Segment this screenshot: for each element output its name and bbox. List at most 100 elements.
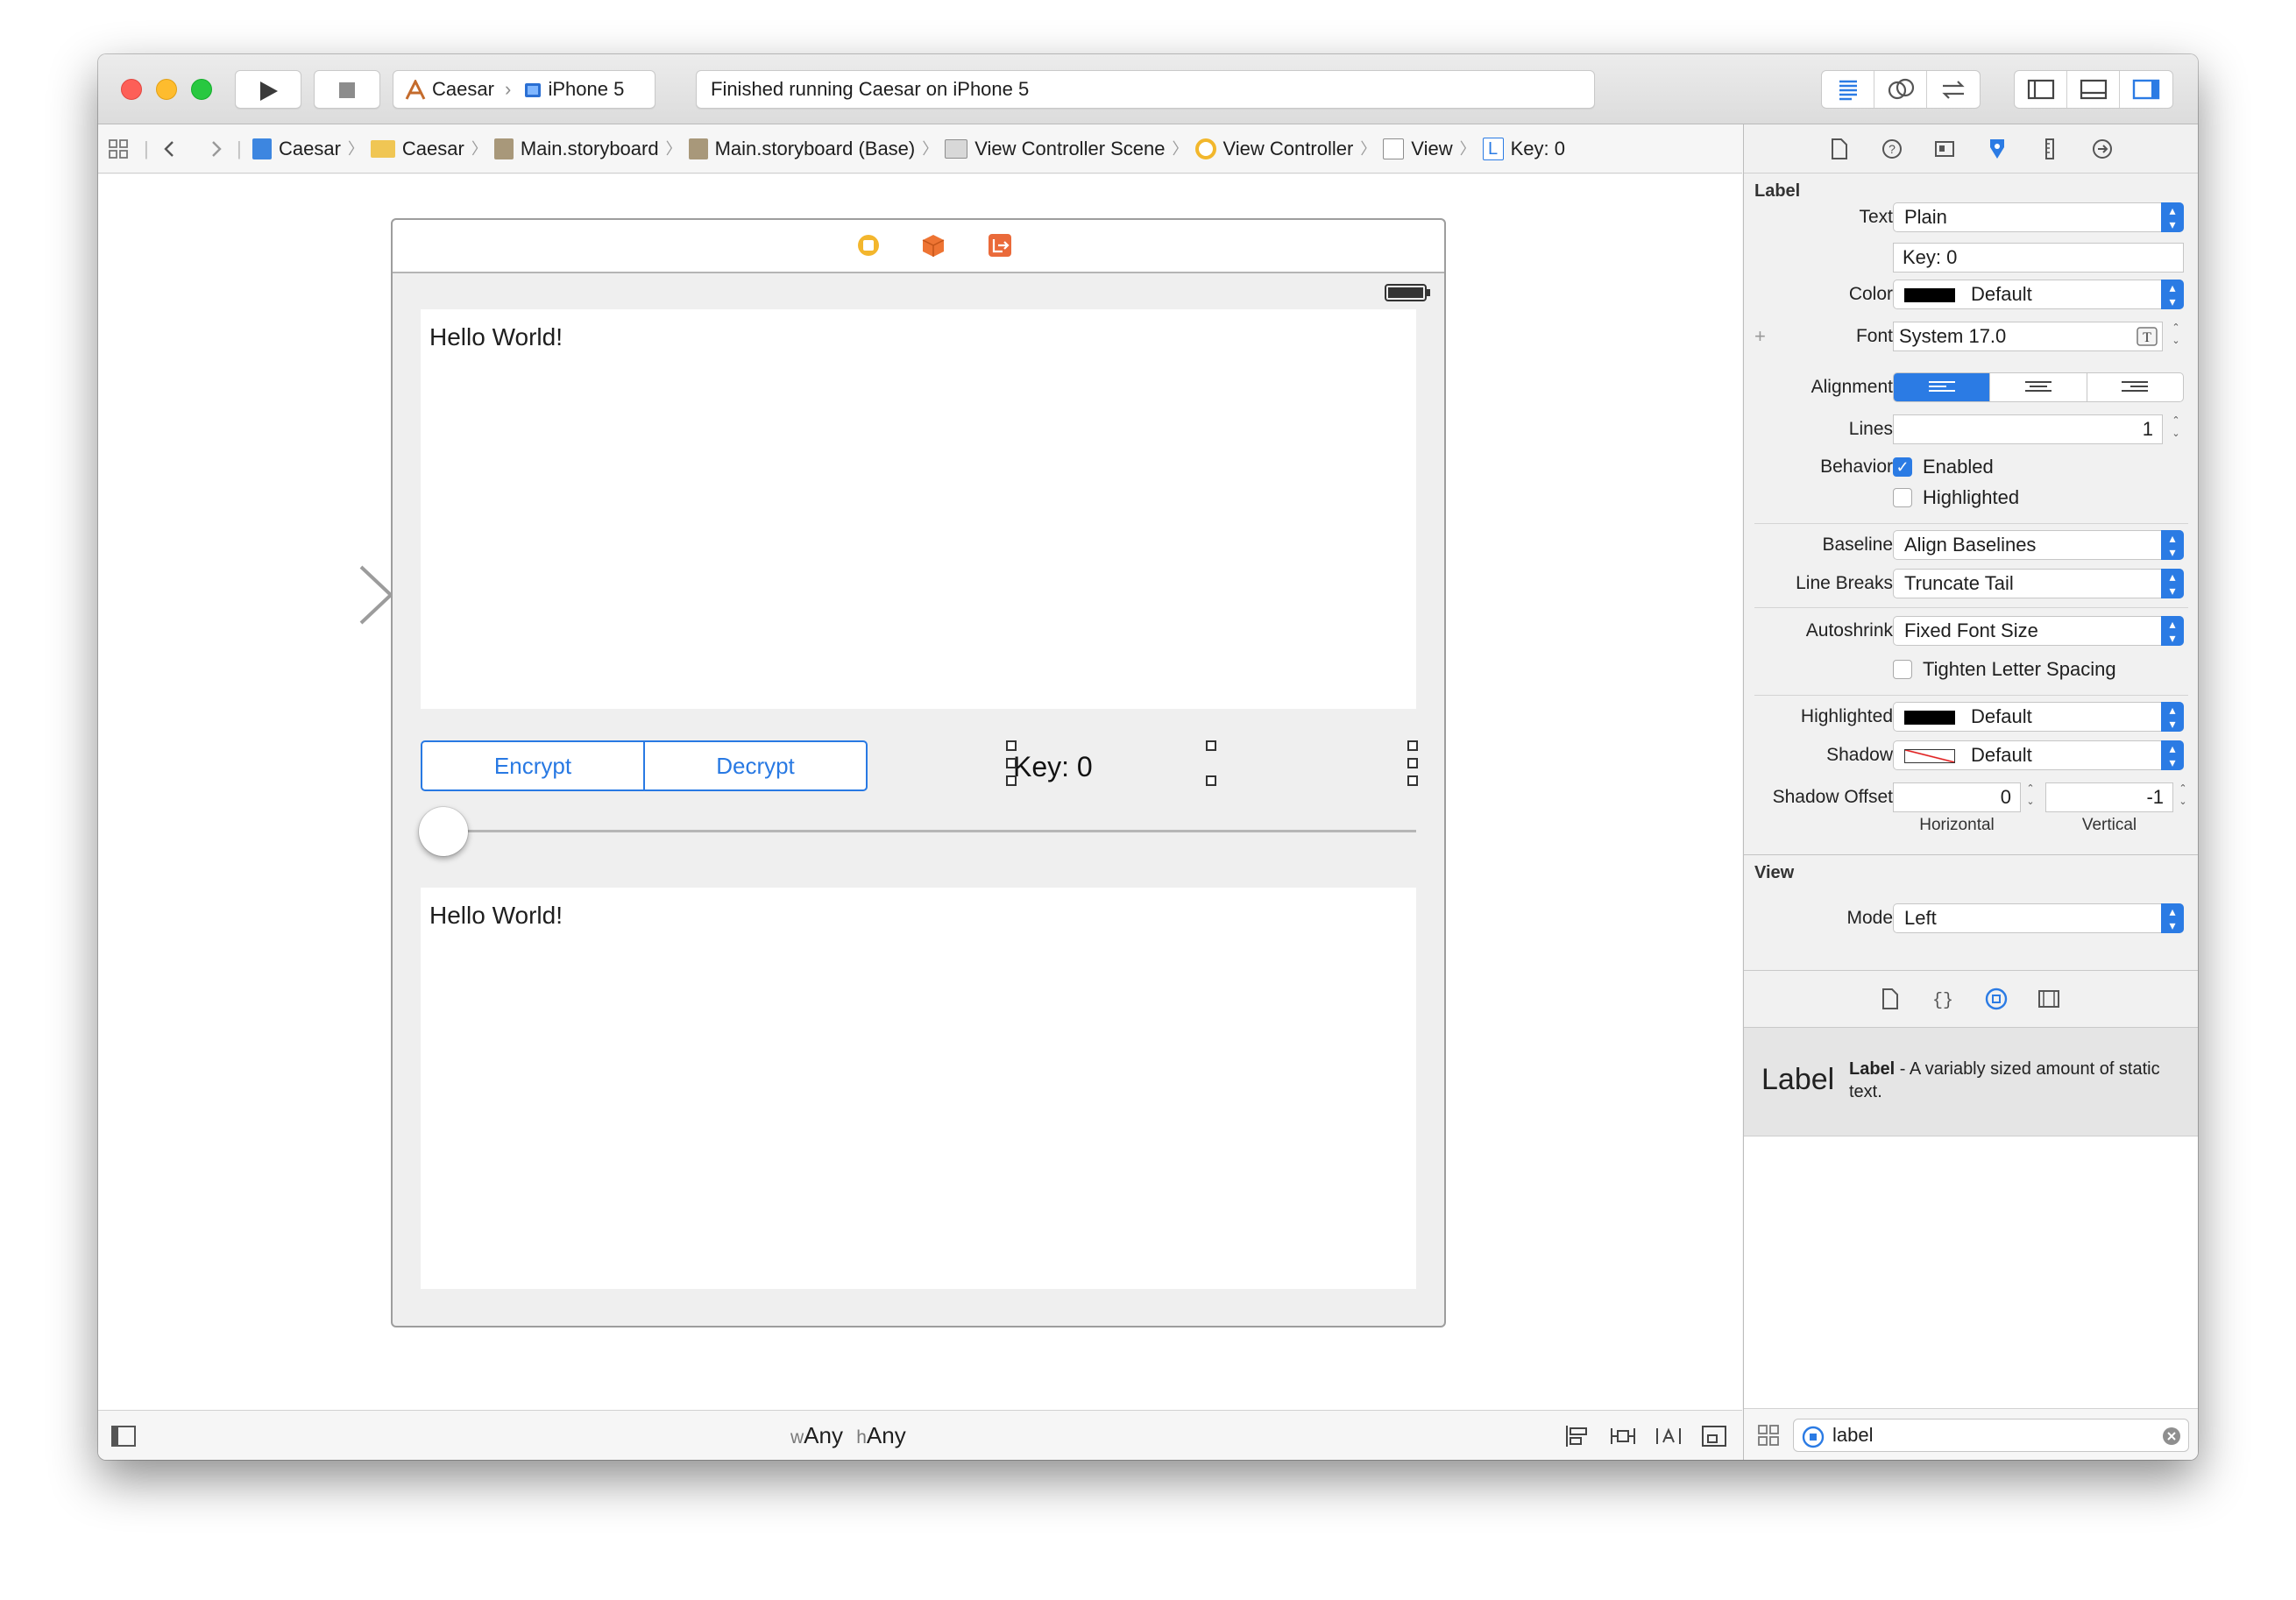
scheme-selector[interactable]: Caesar › iPhone 5 [393, 70, 655, 109]
library-item-label[interactable]: Label Label - A variably sized amount of… [1744, 1028, 2198, 1136]
font-value: System 17.0 [1899, 325, 2007, 347]
segment-encrypt[interactable]: Encrypt [422, 742, 645, 789]
lines-label: Lines [1848, 419, 1893, 439]
tighten-letter-spacing-checkbox[interactable] [1893, 660, 1912, 679]
plaintext-text-view[interactable]: Hello World! [421, 309, 1416, 709]
shadow-color-popup[interactable]: Default ▴ ▾ [1893, 740, 2184, 770]
file-inspector-icon[interactable] [1828, 137, 1851, 161]
forward-button[interactable] [205, 124, 226, 173]
breadcrumb-scene[interactable]: View Controller Scene [974, 124, 1165, 173]
resize-handle[interactable] [1206, 740, 1216, 751]
clear-search-icon[interactable] [2162, 1427, 2181, 1446]
font-field[interactable]: System 17.0 T [1893, 322, 2163, 351]
close-button[interactable] [121, 79, 142, 100]
font-picker-icon[interactable]: T [2136, 326, 2158, 347]
pin-icon[interactable] [1609, 1423, 1637, 1449]
align-right-button[interactable] [2087, 373, 2183, 401]
object-library-icon[interactable] [1984, 987, 2009, 1011]
debug-toggle-button[interactable] [2067, 71, 2120, 108]
breadcrumb-storyboard[interactable]: Main.storyboard [521, 124, 659, 173]
assistant-editor-button[interactable] [1874, 71, 1927, 108]
highlighted-checkbox[interactable] [1893, 488, 1912, 507]
canvas-footer: wAny hAny [98, 1410, 1742, 1460]
breadcrumb-view-controller[interactable]: View Controller [1223, 124, 1354, 173]
enabled-checkbox[interactable]: ✓ [1893, 457, 1912, 477]
font-size-stepper[interactable]: ⌃ ⌄ [2170, 322, 2182, 351]
run-button[interactable] [235, 70, 301, 109]
entry-point-arrow[interactable] [221, 563, 396, 627]
shadow-offset-vertical-field[interactable]: -1 [2045, 782, 2173, 812]
first-responder-icon[interactable] [920, 232, 946, 258]
related-items-button[interactable] [107, 124, 130, 173]
align-center-button[interactable] [1990, 373, 2087, 401]
version-editor-button[interactable] [1927, 71, 1980, 108]
resolve-issues-icon[interactable] [1655, 1423, 1683, 1449]
code-snippet-library-icon[interactable]: {} [1931, 987, 1954, 1011]
breadcrumb-label[interactable]: Key: 0 [1511, 124, 1565, 173]
resizing-behavior-icon[interactable] [1700, 1423, 1728, 1449]
view-controller-scene[interactable]: Hello World! Encrypt Decrypt Key: 0 Hell… [391, 218, 1446, 1327]
resize-handle[interactable] [1407, 775, 1418, 786]
mode-popup[interactable]: Left ▴ ▾ [1893, 903, 2184, 933]
segment-decrypt[interactable]: Decrypt [645, 742, 866, 789]
breadcrumb-storyboard-base[interactable]: Main.storyboard (Base) [715, 124, 916, 173]
zoom-button[interactable] [191, 79, 212, 100]
section-title-view: View [1754, 863, 1795, 882]
lines-field[interactable]: 1 [1893, 414, 2163, 444]
text-type-popup[interactable]: Plain ▴ ▾ [1893, 202, 2184, 232]
encrypt-decrypt-segmented-control[interactable]: Encrypt Decrypt [421, 740, 868, 791]
line-breaks-popup[interactable]: Truncate Tail ▴ ▾ [1893, 569, 2184, 598]
utilities-toggle-button[interactable] [2120, 71, 2172, 108]
highlighted-color-popup[interactable]: Default ▴ ▾ [1893, 702, 2184, 732]
shadow-offset-vertical-stepper[interactable]: ⌃ ⌄ [2177, 782, 2189, 812]
library-search-field[interactable]: label [1793, 1419, 2189, 1452]
quick-help-icon[interactable]: ? [1881, 137, 1903, 161]
navigator-toggle-button[interactable] [2015, 71, 2067, 108]
back-button[interactable] [159, 124, 181, 173]
chevron-right-icon: 〉 [1459, 140, 1476, 158]
size-class-control[interactable]: wAny hAny [790, 1411, 906, 1460]
media-library-icon[interactable] [2037, 987, 2061, 1011]
label-icon: L [1482, 138, 1504, 160]
align-left-button[interactable] [1894, 373, 1991, 401]
ciphertext-text-view[interactable]: Hello World! [421, 888, 1416, 1289]
breadcrumb-project[interactable]: Caesar [279, 124, 341, 173]
stop-button[interactable] [314, 70, 380, 109]
resize-handle[interactable] [1006, 740, 1017, 751]
connections-inspector-icon[interactable] [2091, 137, 2114, 161]
grid-view-icon[interactable] [1756, 1423, 1781, 1448]
lines-stepper[interactable]: ⌃ ⌄ [2170, 414, 2182, 444]
size-inspector-icon[interactable] [2038, 137, 2061, 161]
resize-handle[interactable] [1006, 775, 1017, 786]
key-slider-track[interactable] [442, 830, 1416, 832]
resize-handle[interactable] [1407, 758, 1418, 768]
svg-text:{}: {} [1932, 991, 1953, 1011]
divider: | [144, 138, 149, 159]
autoshrink-popup[interactable]: Fixed Font Size ▴ ▾ [1893, 616, 2184, 646]
baseline-popup[interactable]: Align Baselines ▴ ▾ [1893, 530, 2184, 560]
font-label: Font [1855, 326, 1893, 346]
standard-editor-button[interactable] [1822, 71, 1874, 108]
attributes-inspector-icon[interactable] [1986, 137, 2009, 161]
document-outline-toggle-icon[interactable] [110, 1425, 137, 1448]
color-label: Color [1848, 284, 1893, 304]
storyboard-canvas[interactable]: Hello World! Encrypt Decrypt Key: 0 Hell… [98, 174, 1742, 1410]
file-template-library-icon[interactable] [1879, 987, 1902, 1011]
key-label[interactable]: Key: 0 [1013, 746, 1093, 788]
resize-handle[interactable] [1006, 758, 1017, 768]
color-popup[interactable]: Default ▴ ▾ [1893, 280, 2184, 309]
resize-handle[interactable] [1206, 775, 1216, 786]
minimize-button[interactable] [156, 79, 177, 100]
breadcrumb-view[interactable]: View [1411, 124, 1452, 173]
text-value-field[interactable]: Key: 0 [1893, 243, 2184, 273]
key-slider-thumb[interactable] [419, 807, 468, 856]
breadcrumb-group[interactable]: Caesar [402, 124, 464, 173]
identity-inspector-icon[interactable] [1933, 137, 1956, 161]
align-icon[interactable] [1563, 1423, 1591, 1449]
color-value: Default [1971, 283, 2032, 305]
shadow-offset-horizontal-field[interactable]: 0 [1893, 782, 2021, 812]
view-controller-icon[interactable] [855, 232, 882, 258]
resize-handle[interactable] [1407, 740, 1418, 751]
shadow-offset-horizontal-stepper[interactable]: ⌃ ⌄ [2024, 782, 2037, 812]
exit-icon[interactable] [987, 232, 1013, 258]
